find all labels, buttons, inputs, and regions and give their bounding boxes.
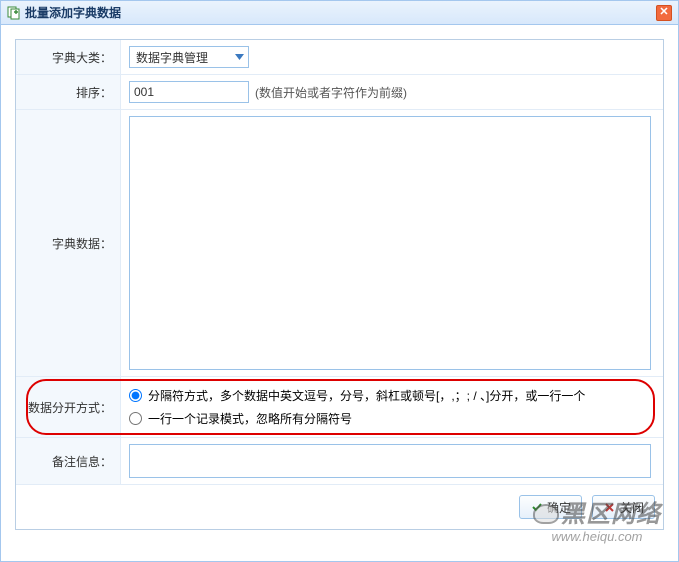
row-dict-data: 字典数据： <box>16 110 663 377</box>
category-select[interactable]: 数据字典管理 <box>129 46 249 68</box>
radio-delimiter-input[interactable] <box>129 389 142 402</box>
row-split-mode: 数据分开方式： 分隔符方式，多个数据中英文逗号，分号，斜杠或顿号[，,；; / … <box>16 377 663 438</box>
label-category: 字典大类： <box>16 40 121 74</box>
radio-delimiter-label: 分隔符方式，多个数据中英文逗号，分号，斜杠或顿号[，,；; / 、]分开，或一行… <box>148 387 585 404</box>
radio-option-delimiter[interactable]: 分隔符方式，多个数据中英文逗号，分号，斜杠或顿号[，,；; / 、]分开，或一行… <box>129 387 585 404</box>
cancel-label: 关闭 <box>620 499 644 516</box>
titlebar: 批量添加字典数据 ✕ <box>1 1 678 25</box>
order-input[interactable] <box>129 81 249 103</box>
split-mode-radiogroup: 分隔符方式，多个数据中英文逗号，分号，斜杠或顿号[，,；; / 、]分开，或一行… <box>129 383 585 431</box>
control-order: (数值开始或者字符作为前缀) <box>121 75 663 109</box>
chevron-down-icon <box>232 50 246 64</box>
ok-button[interactable]: 确定 <box>519 495 582 519</box>
label-remark: 备注信息： <box>16 438 121 484</box>
close-icon: ✕ <box>659 6 668 18</box>
row-remark: 备注信息： <box>16 438 663 485</box>
cross-icon <box>603 500 617 514</box>
dialog-window: 批量添加字典数据 ✕ 字典大类： 数据字典管理 排序： <box>0 0 679 562</box>
label-split-mode: 数据分开方式： <box>16 377 121 437</box>
control-dict-data <box>121 110 663 376</box>
ok-label: 确定 <box>547 499 571 516</box>
category-value: 数据字典管理 <box>136 49 208 66</box>
control-remark <box>121 438 663 484</box>
radio-line-label: 一行一个记录模式，忽略所有分隔符号 <box>148 410 352 427</box>
form-container: 字典大类： 数据字典管理 排序： (数值开始或者字符作为前缀) <box>1 25 678 544</box>
close-button[interactable]: ✕ <box>656 5 672 21</box>
check-icon <box>530 500 544 514</box>
order-hint: (数值开始或者字符作为前缀) <box>255 84 407 101</box>
radio-option-line[interactable]: 一行一个记录模式，忽略所有分隔符号 <box>129 410 585 427</box>
button-row: 确定 关闭 <box>16 485 663 529</box>
form-panel: 字典大类： 数据字典管理 排序： (数值开始或者字符作为前缀) <box>15 39 664 530</box>
window-title: 批量添加字典数据 <box>25 4 121 21</box>
row-order: 排序： (数值开始或者字符作为前缀) <box>16 75 663 110</box>
app-icon <box>7 6 21 20</box>
control-split-mode: 分隔符方式，多个数据中英文逗号，分号，斜杠或顿号[，,；; / 、]分开，或一行… <box>121 377 663 437</box>
remark-textarea[interactable] <box>129 444 651 478</box>
label-order: 排序： <box>16 75 121 109</box>
radio-line-input[interactable] <box>129 412 142 425</box>
label-dict-data: 字典数据： <box>16 110 121 376</box>
dict-data-textarea[interactable] <box>129 116 651 370</box>
titlebar-left: 批量添加字典数据 <box>7 4 121 21</box>
cancel-button[interactable]: 关闭 <box>592 495 655 519</box>
row-category: 字典大类： 数据字典管理 <box>16 40 663 75</box>
control-category: 数据字典管理 <box>121 40 663 74</box>
